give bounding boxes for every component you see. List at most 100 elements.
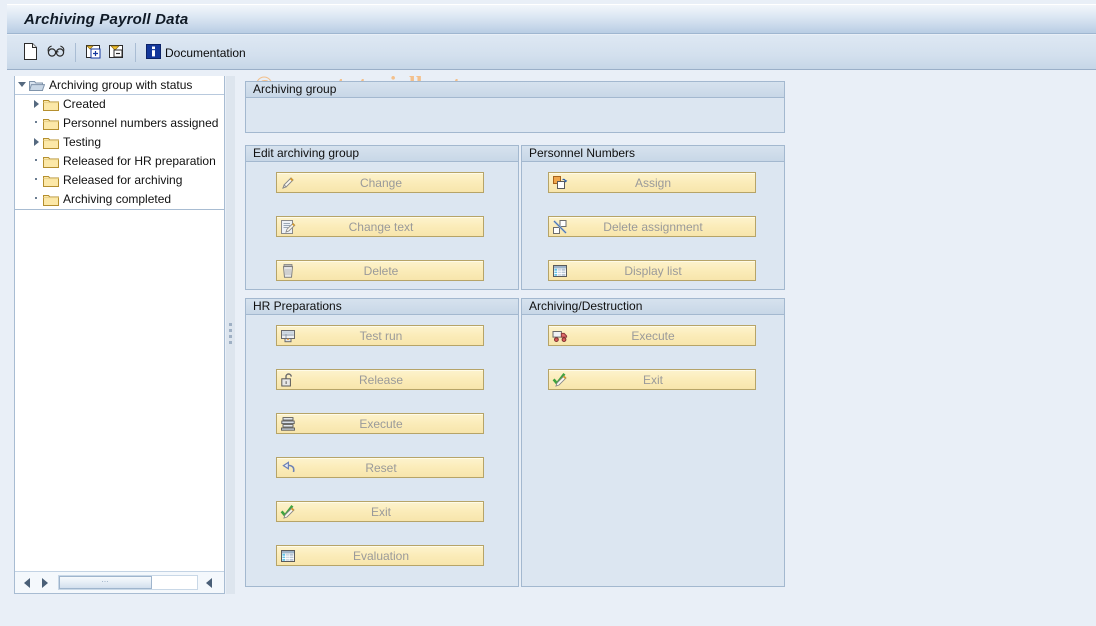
- tree-item[interactable]: Archiving completed: [15, 190, 224, 209]
- button-label: Reset: [365, 460, 397, 475]
- button-label: Change: [359, 175, 403, 190]
- check-pencil-icon: [279, 503, 297, 520]
- toolbar-separator-1: [75, 43, 76, 62]
- display-list-button[interactable]: Display list: [548, 260, 756, 281]
- edit-archiving-group-panel-title: Edit archiving group: [246, 146, 518, 162]
- tree-item-label: Testing: [63, 135, 102, 149]
- button-label: Change text: [348, 219, 414, 234]
- button-label: Release: [358, 372, 404, 387]
- tree-item[interactable]: Created: [15, 95, 224, 114]
- archiving-destruction-panel-title: Archiving/Destruction: [522, 299, 784, 315]
- archiving-group-tree-panel: Archiving group with status Created Person…: [14, 76, 225, 594]
- change-text-button[interactable]: Change text: [276, 216, 484, 237]
- tree-expander-icon[interactable]: [29, 114, 43, 132]
- execute-button[interactable]: Execute: [276, 413, 484, 434]
- personnel-numbers-panel-body: Assign Delete assignment Display list: [522, 163, 784, 289]
- scroll-left-arrow-button[interactable]: [20, 576, 33, 589]
- tree-item-label: Archiving completed: [63, 192, 172, 206]
- scroll-page-left-button[interactable]: [202, 576, 215, 589]
- archiving-group-panel-body: [246, 99, 784, 132]
- find-button[interactable]: [47, 42, 66, 63]
- scrollbar-thumb[interactable]: ⋯: [59, 576, 152, 589]
- personnel-numbers-panel-title: Personnel Numbers: [522, 146, 784, 162]
- documentation-button[interactable]: Documentation: [146, 42, 246, 63]
- button-label: Delete: [363, 263, 399, 278]
- pencil-icon: [279, 174, 297, 191]
- archiving-group-panel-title: Archiving group: [246, 82, 784, 98]
- documentation-label: Documentation: [165, 45, 246, 60]
- button-label: Exit: [642, 372, 663, 387]
- tree-item-label: Released for archiving: [63, 173, 183, 187]
- reset-button[interactable]: Reset: [276, 457, 484, 478]
- assign-button[interactable]: Assign: [548, 172, 756, 193]
- button-label: Display list: [624, 263, 682, 278]
- archiving-destruction-panel: Archiving/Destruction Execute Exit: [521, 298, 785, 587]
- main-work-area: Archiving group Edit archiving group Cha…: [236, 76, 1091, 594]
- button-label: Evaluation: [352, 548, 410, 563]
- tree-item-label: Released for HR preparation: [63, 154, 216, 168]
- hr-preparations-panel: HR Preparations Test run Release Execute Re…: [245, 298, 519, 587]
- unlock-icon: [279, 371, 297, 388]
- tree-item[interactable]: Testing: [15, 133, 224, 152]
- tree-expander-icon[interactable]: [29, 171, 43, 189]
- undo-icon: [279, 459, 297, 476]
- sap-application-window: Archiving Payroll Data Documentation Arc…: [0, 0, 1096, 626]
- button-label: Assign: [634, 175, 672, 190]
- tree-expander-icon[interactable]: [29, 152, 43, 170]
- splitter-grip[interactable]: [229, 323, 232, 347]
- folder-icon: [43, 117, 59, 130]
- hr-preparations-panel-title: HR Preparations: [246, 299, 518, 315]
- evaluation-button[interactable]: Evaluation: [276, 545, 484, 566]
- page-icon: [23, 42, 38, 63]
- tree-item[interactable]: Released for HR preparation: [15, 152, 224, 171]
- exit-button[interactable]: Exit: [548, 369, 756, 390]
- list-icon: [551, 262, 569, 279]
- tree-item-label: Created: [63, 97, 106, 111]
- exit-button[interactable]: Exit: [276, 501, 484, 522]
- scroll-right-arrow-button[interactable]: [38, 576, 51, 589]
- archiving-group-panel: Archiving group: [245, 81, 785, 133]
- folder-icon: [43, 136, 59, 149]
- tree-expander-icon[interactable]: [29, 133, 43, 151]
- test-run-icon: [279, 327, 297, 344]
- check-pencil-icon: [551, 371, 569, 388]
- button-label: Execute: [631, 328, 675, 343]
- tree-expander-icon[interactable]: [29, 190, 43, 208]
- button-label: Exit: [370, 504, 391, 519]
- assign-icon: [551, 174, 569, 191]
- toolbar-separator-2: [135, 43, 136, 62]
- tree-item-root[interactable]: Archiving group with status: [15, 76, 224, 95]
- glasses-icon: [47, 44, 66, 62]
- expand-node-icon: [85, 43, 102, 62]
- collapse-node-icon: [108, 43, 125, 62]
- delete-assignment-button[interactable]: Delete assignment: [548, 216, 756, 237]
- scrollbar-grip: ⋯: [101, 579, 110, 586]
- new-document-button[interactable]: [23, 42, 38, 63]
- execute-button[interactable]: Execute: [548, 325, 756, 346]
- change-button[interactable]: Change: [276, 172, 484, 193]
- panel-splitter[interactable]: [226, 76, 235, 594]
- execute-icon: [279, 415, 297, 432]
- button-label: Execute: [359, 416, 403, 431]
- scroll-page-right-button[interactable]: [220, 576, 224, 589]
- expand-all-button[interactable]: [85, 42, 102, 63]
- folder-icon: [43, 155, 59, 168]
- tree-item[interactable]: Released for archiving: [15, 171, 224, 190]
- truck-icon: [551, 327, 569, 344]
- folder-open-icon: [29, 79, 45, 92]
- delete-button[interactable]: Delete: [276, 260, 484, 281]
- folder-icon: [43, 193, 59, 206]
- collapse-all-button[interactable]: [108, 42, 125, 63]
- button-label: Test run: [359, 328, 403, 343]
- tree-item[interactable]: Personnel numbers assigned: [15, 114, 224, 133]
- tree-horizontal-scrollbar[interactable]: ⋯: [15, 571, 224, 593]
- edit-text-icon: [279, 218, 297, 235]
- release-button[interactable]: Release: [276, 369, 484, 390]
- window-title-bar: Archiving Payroll Data: [7, 4, 1096, 34]
- scrollbar-track[interactable]: ⋯: [58, 575, 198, 590]
- info-icon: [146, 43, 161, 62]
- evaluation-icon: [279, 547, 297, 564]
- tree-expander-icon[interactable]: [29, 95, 43, 113]
- test-run-button[interactable]: Test run: [276, 325, 484, 346]
- tree-expander-root-icon[interactable]: [15, 76, 29, 94]
